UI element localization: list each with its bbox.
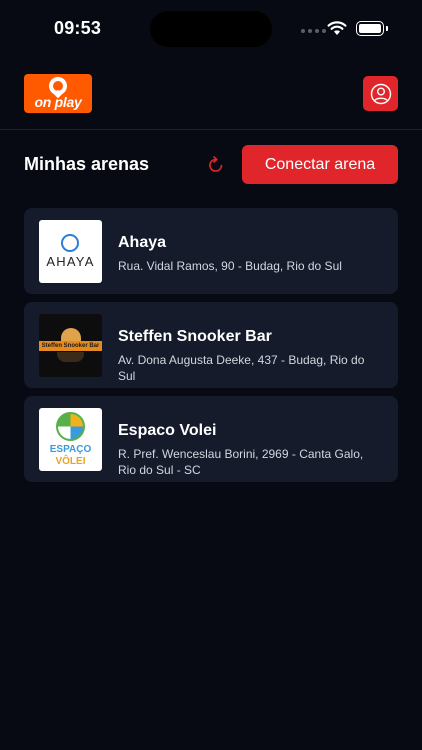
onplay-logo: on play <box>24 74 92 113</box>
arena-name: Espaco Volei <box>118 422 217 439</box>
arena-logo-steffen: Steffen Snooker Bar <box>39 314 102 377</box>
profile-button[interactable] <box>363 76 398 111</box>
connect-arena-button[interactable]: Conectar arena <box>242 145 398 184</box>
arena-name: Steffen Snooker Bar <box>118 328 272 345</box>
arena-logo-ahaya: AHAYA <box>39 220 102 283</box>
refresh-icon[interactable] <box>206 155 226 175</box>
arena-logo-espaco-volei: ESPAÇO VÔLEI <box>39 408 102 471</box>
status-bar: 09:53 <box>0 0 422 56</box>
battery-cap <box>386 26 388 31</box>
arena-address: Av. Dona Augusta Deeke, 437 - Budag, Rio… <box>118 353 365 383</box>
logo-text: on play <box>34 94 82 110</box>
volleyball-icon <box>56 412 85 441</box>
battery-icon <box>356 21 384 36</box>
user-circle-icon <box>370 83 391 104</box>
status-time: 09:53 <box>54 18 102 38</box>
wifi-icon <box>327 21 347 35</box>
header-divider <box>0 129 422 130</box>
steering-wheel-icon <box>61 234 79 252</box>
arena-card-ahaya[interactable]: AHAYA Ahaya Rua. Vidal Ramos, 90 - Budag… <box>24 208 398 294</box>
arena-card-espaco-volei[interactable]: ESPAÇO VÔLEI Espaco Volei R. Pref. Wence… <box>24 396 398 482</box>
page-title: Minhas arenas <box>24 154 150 174</box>
dynamic-island <box>150 11 272 47</box>
arena-name: Ahaya <box>118 234 167 251</box>
cellular-signal-icon <box>301 29 326 33</box>
arena-address: Rua. Vidal Ramos, 90 - Budag, Rio do Sul <box>118 259 342 273</box>
arena-address: R. Pref. Wenceslau Borini, 2969 - Canta … <box>118 447 364 477</box>
arena-card-steffen[interactable]: Steffen Snooker Bar Steffen Snooker Bar … <box>24 302 398 388</box>
